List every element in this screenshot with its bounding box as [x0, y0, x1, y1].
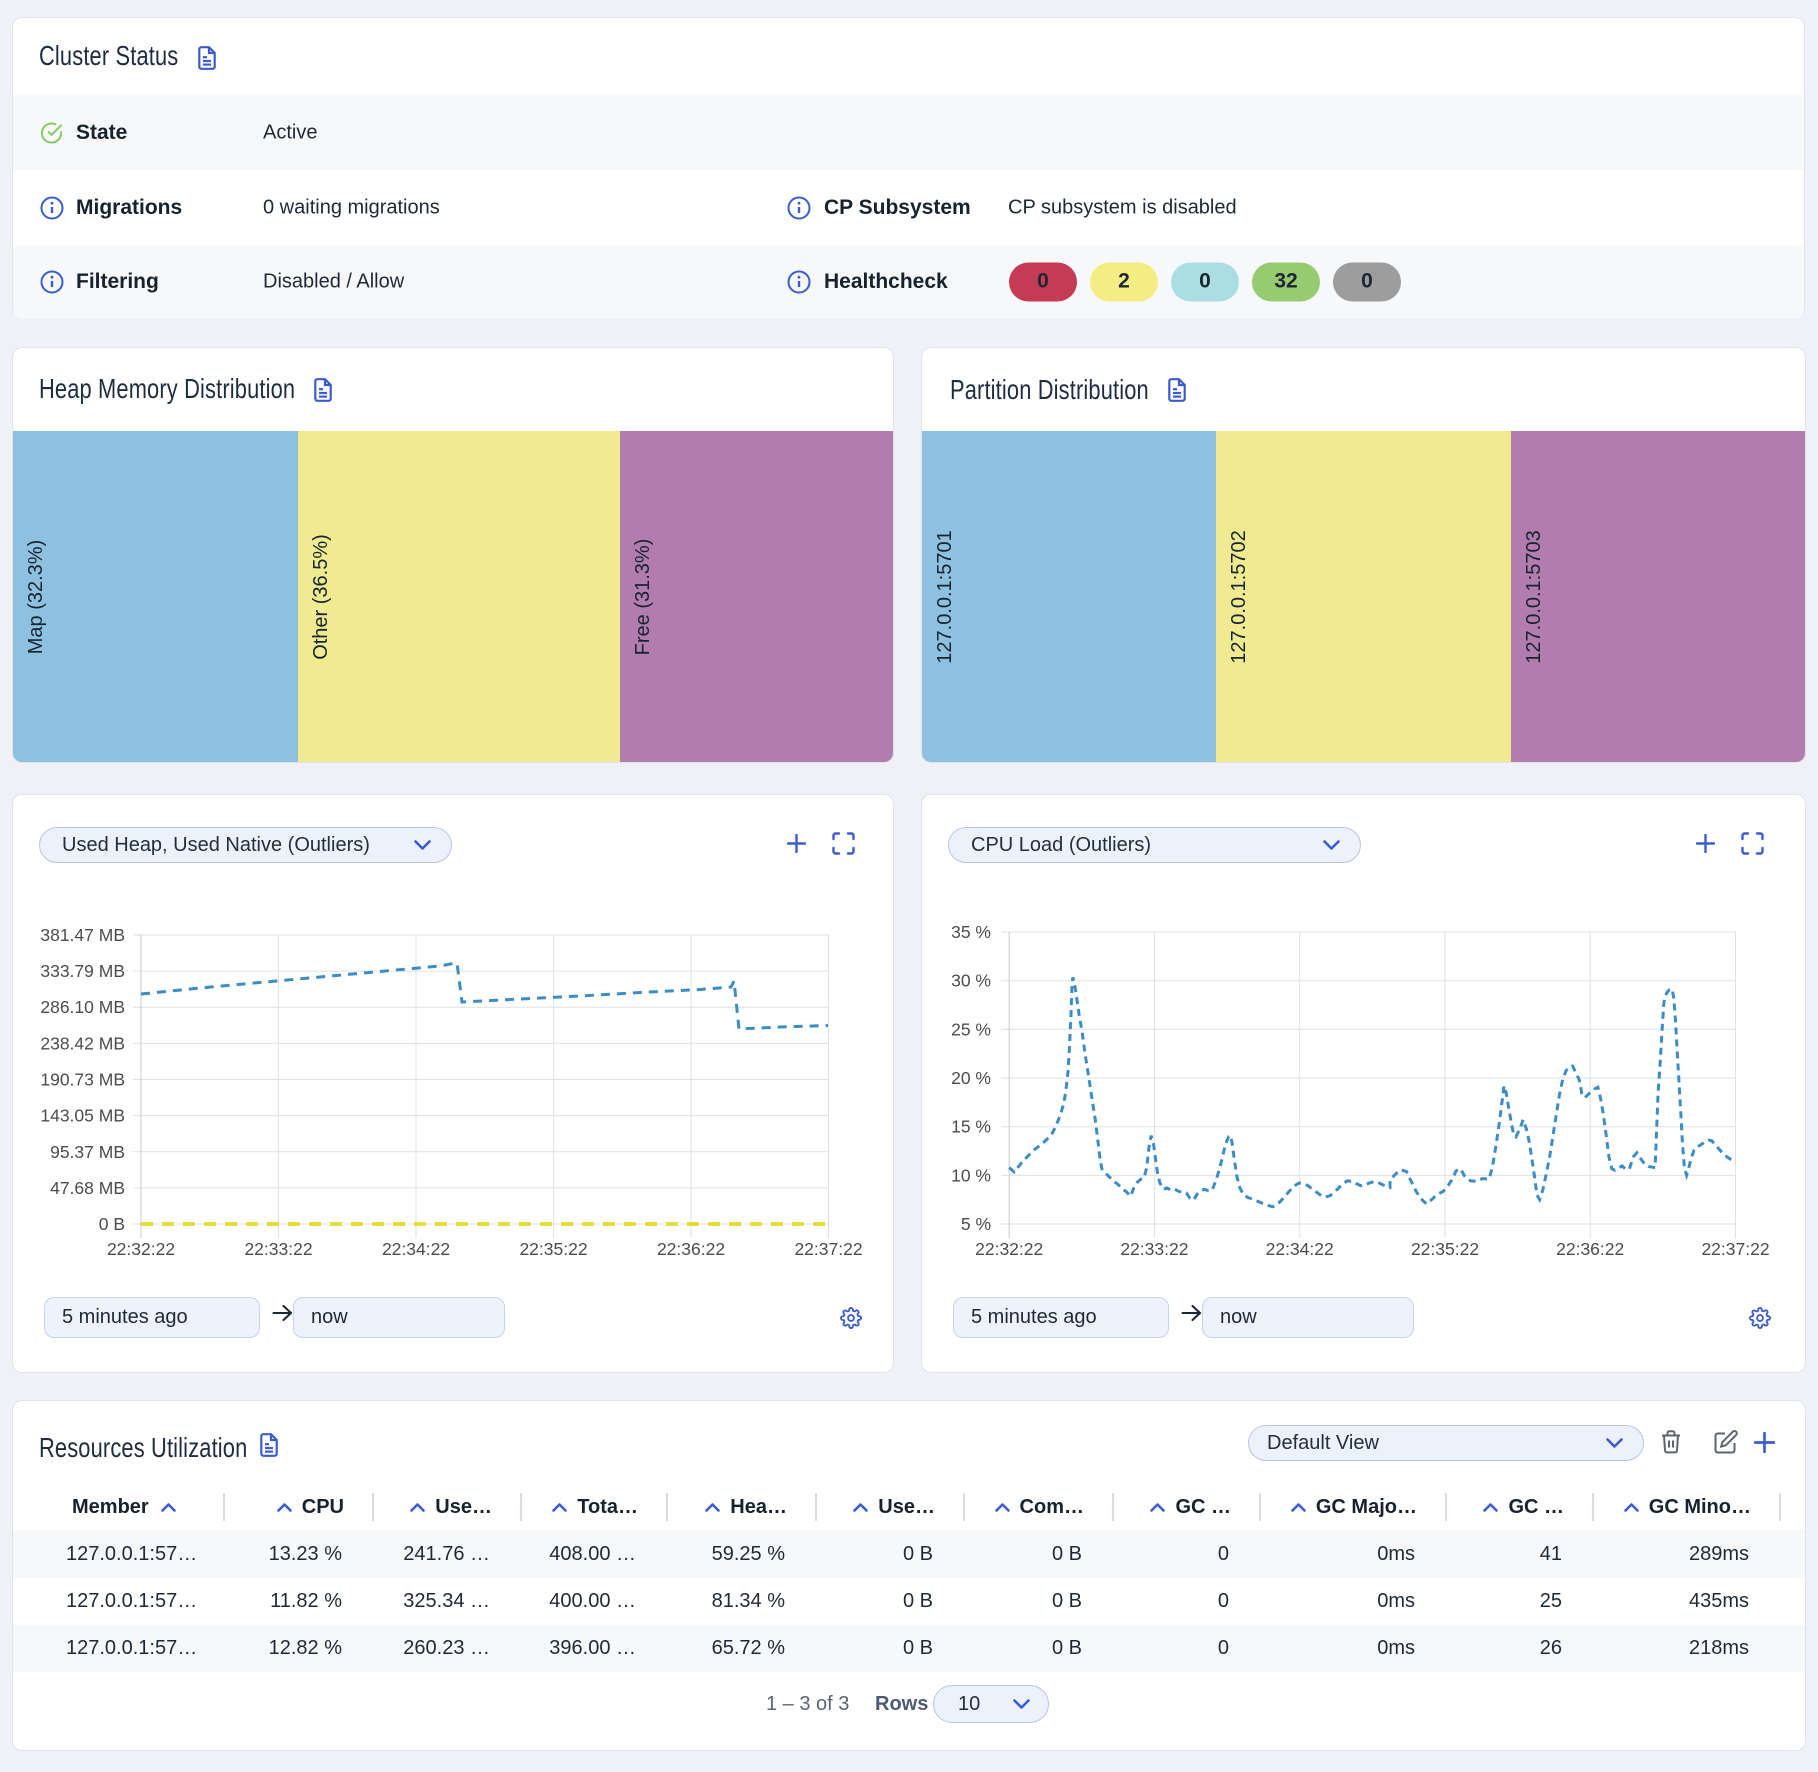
svg-text:35 %: 35 %	[951, 922, 991, 942]
svg-text:95.37 MB: 95.37 MB	[50, 1142, 125, 1162]
svg-text:30 %: 30 %	[951, 971, 991, 991]
svg-text:22:32:22: 22:32:22	[107, 1239, 175, 1259]
svg-text:22:32:22: 22:32:22	[975, 1239, 1043, 1259]
svg-text:143.05 MB: 143.05 MB	[40, 1106, 125, 1126]
svg-text:286.10 MB: 286.10 MB	[40, 997, 125, 1017]
svg-text:47.68 MB: 47.68 MB	[50, 1178, 125, 1198]
svg-text:333.79 MB: 333.79 MB	[40, 961, 125, 981]
svg-text:22:36:22: 22:36:22	[1556, 1239, 1624, 1259]
svg-text:22:37:22: 22:37:22	[794, 1239, 862, 1259]
svg-text:381.47 MB: 381.47 MB	[40, 925, 125, 945]
svg-text:20 %: 20 %	[951, 1068, 991, 1088]
svg-text:22:33:22: 22:33:22	[244, 1239, 312, 1259]
svg-text:10 %: 10 %	[951, 1165, 991, 1185]
svg-text:0 B: 0 B	[99, 1214, 125, 1234]
svg-text:22:35:22: 22:35:22	[519, 1239, 587, 1259]
svg-text:22:33:22: 22:33:22	[1120, 1239, 1188, 1259]
svg-text:22:35:22: 22:35:22	[1411, 1239, 1479, 1259]
svg-text:22:34:22: 22:34:22	[1266, 1239, 1334, 1259]
svg-text:15 %: 15 %	[951, 1117, 991, 1137]
svg-text:25 %: 25 %	[951, 1019, 991, 1039]
svg-text:5 %: 5 %	[961, 1214, 991, 1234]
svg-text:22:37:22: 22:37:22	[1701, 1239, 1769, 1259]
svg-text:22:34:22: 22:34:22	[382, 1239, 450, 1259]
svg-text:22:36:22: 22:36:22	[657, 1239, 725, 1259]
svg-text:238.42 MB: 238.42 MB	[40, 1033, 125, 1053]
svg-text:190.73 MB: 190.73 MB	[40, 1070, 125, 1090]
